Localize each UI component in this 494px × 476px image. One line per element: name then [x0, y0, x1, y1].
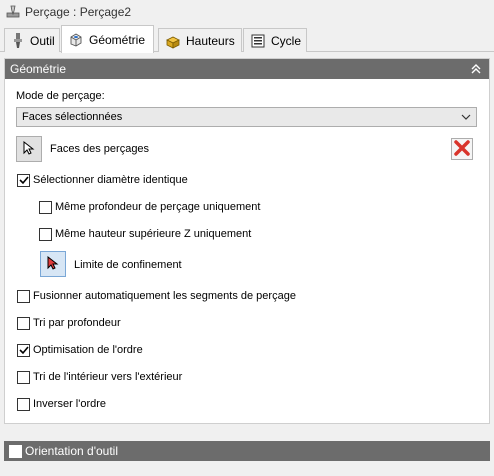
- drill-operation-icon: [6, 5, 20, 19]
- sort-by-depth-label: Tri par profondeur: [33, 317, 121, 329]
- tab-outil[interactable]: Outil: [4, 28, 60, 52]
- window-titlebar: Perçage : Perçage2: [0, 0, 494, 24]
- tool-orientation-section[interactable]: Orientation d'outil: [4, 441, 490, 461]
- tab-label: Géométrie: [89, 32, 146, 47]
- optimize-order-label: Optimisation de l'ordre: [33, 344, 143, 356]
- select-same-diameter-option[interactable]: Sélectionner diamètre identique: [17, 172, 188, 188]
- clear-faces-button[interactable]: [451, 138, 473, 160]
- tab-bar: Outil Géométrie Hauteurs Cycle: [0, 24, 494, 53]
- drilling-mode-select[interactable]: Faces sélectionnées: [16, 107, 477, 127]
- same-depth-label: Même profondeur de perçage uniquement: [55, 201, 261, 213]
- same-top-height-option[interactable]: Même hauteur supérieure Z uniquement: [39, 226, 251, 242]
- sort-by-depth-option[interactable]: Tri par profondeur: [17, 315, 121, 331]
- sort-inside-out-checkbox[interactable]: [17, 370, 30, 384]
- sort-inside-out-option[interactable]: Tri de l'intérieur vers l'extérieur: [17, 369, 182, 385]
- same-top-height-label: Même hauteur supérieure Z uniquement: [55, 228, 252, 240]
- reverse-order-label: Inverser l'ordre: [33, 398, 107, 410]
- tab-geometrie[interactable]: Géométrie: [61, 25, 154, 53]
- geometry-panel: Géométrie Mode de perçage: Faces sélecti…: [4, 58, 490, 424]
- select-same-diameter-label: Sélectionner diamètre identique: [33, 174, 188, 186]
- confinement-pick-button[interactable]: [40, 251, 66, 277]
- tool-orientation-label: Orientation d'outil: [25, 444, 119, 458]
- pick-faces-button[interactable]: [16, 136, 42, 162]
- heights-icon: [165, 33, 181, 49]
- faces-label: Faces des perçages: [50, 143, 150, 155]
- sort-inside-out-label: Tri de l'intérieur vers l'extérieur: [33, 371, 183, 383]
- sort-by-depth-checkbox[interactable]: [17, 316, 30, 330]
- cycle-icon: [250, 33, 266, 49]
- delete-icon: [454, 139, 470, 159]
- same-depth-option[interactable]: Même profondeur de perçage uniquement: [39, 199, 260, 215]
- optimize-order-checkbox[interactable]: [17, 343, 30, 357]
- tab-label: Cycle: [271, 33, 302, 48]
- tab-label: Hauteurs: [186, 33, 235, 48]
- chevron-down-icon: [461, 112, 471, 122]
- tab-hauteurs[interactable]: Hauteurs: [158, 28, 242, 52]
- window-title: Perçage : Perçage2: [25, 5, 132, 19]
- collapse-icon[interactable]: [469, 62, 483, 76]
- same-depth-checkbox[interactable]: [39, 200, 52, 214]
- reverse-order-option[interactable]: Inverser l'ordre: [17, 396, 106, 412]
- tool-orientation-checkbox[interactable]: [9, 444, 22, 458]
- drilling-mode-value: Faces sélectionnées: [22, 111, 123, 123]
- tool-orientation-option[interactable]: Orientation d'outil: [9, 443, 118, 459]
- select-same-diameter-checkbox[interactable]: [17, 173, 30, 187]
- merge-segments-checkbox[interactable]: [17, 289, 30, 303]
- cursor-arrow-icon: [47, 255, 59, 273]
- geometry-panel-header[interactable]: Géométrie: [5, 59, 489, 79]
- optimize-order-option[interactable]: Optimisation de l'ordre: [17, 342, 143, 358]
- tab-label: Outil: [30, 33, 55, 48]
- reverse-order-checkbox[interactable]: [17, 397, 30, 411]
- cursor-arrow-icon: [23, 140, 35, 158]
- geometry-icon: [68, 32, 84, 48]
- confinement-label: Limite de confinement: [74, 259, 182, 271]
- same-top-height-checkbox[interactable]: [39, 227, 52, 241]
- tab-cycle[interactable]: Cycle: [243, 28, 307, 52]
- merge-segments-option[interactable]: Fusionner automatiquement les segments d…: [17, 288, 296, 304]
- panel-title: Géométrie: [10, 62, 67, 76]
- merge-segments-label: Fusionner automatiquement les segments d…: [33, 290, 296, 302]
- tool-icon: [11, 32, 25, 49]
- mode-label: Mode de perçage:: [16, 90, 105, 102]
